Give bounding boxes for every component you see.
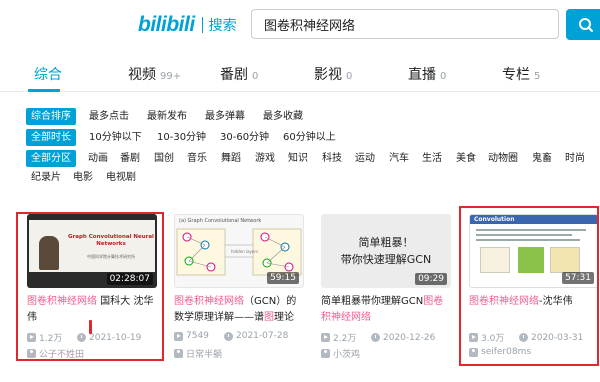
video-card[interactable]: (a) Graph Convolutional Network hidden l… — [174, 214, 304, 360]
bilibili-logo[interactable]: bilibili 搜索 — [138, 13, 237, 37]
play-count-icon — [321, 333, 330, 342]
tab-label: 专栏 — [502, 67, 530, 83]
tab-count: 0 — [346, 71, 353, 82]
filter-zone-row: 全部分区 动画 番剧 国创 音乐 舞蹈 游戏 知识 科技 运动 汽车 生活 美食… — [0, 150, 600, 168]
filter-order-favorites[interactable]: 最多收藏 — [258, 108, 308, 125]
video-title[interactable]: 图卷积神经网络（GCN）的数学原理详解——谱图理论 — [174, 294, 304, 326]
filter-zone-item[interactable]: 电影 — [68, 169, 98, 186]
title-highlight: 图卷积神经网络 — [174, 296, 244, 307]
search-input[interactable] — [264, 16, 546, 32]
filter-zone-item[interactable]: 知识 — [283, 150, 313, 167]
uploader[interactable]: 小茨鸡 — [321, 347, 360, 360]
filter-zone-item[interactable]: 音乐 — [182, 150, 212, 167]
title-text: 简单粗暴带你理解GCN — [321, 296, 424, 307]
filter-zone-item[interactable]: 动画 — [83, 150, 113, 167]
tab-label: 番剧 — [220, 67, 248, 83]
video-title[interactable]: 简单粗暴带你理解GCN图卷积神经网络 — [321, 294, 451, 326]
thumb-text-line: 带你快速理解GCN — [340, 253, 432, 266]
filter-zone-item[interactable]: 游戏 — [250, 150, 280, 167]
filter-zone-row-2: 纪录片 电影 电视剧 — [0, 169, 600, 187]
filter-order-row: 综合排序 最多点击 最新发布 最多弹幕 最多收藏 — [0, 108, 600, 126]
filter-duration-30-60[interactable]: 30-60分钟 — [215, 129, 274, 146]
filter-zone-item[interactable]: 番剧 — [115, 150, 145, 167]
video-thumbnail[interactable]: 简单粗暴！ 带你快速理解GCN 09:29 — [321, 214, 451, 288]
filter-duration-10-30[interactable]: 10-30分钟 — [152, 129, 211, 146]
play-count-icon — [174, 331, 183, 341]
tab-all[interactable]: 综合 — [34, 64, 62, 84]
search-button[interactable] — [566, 9, 600, 40]
filter-zone-item[interactable]: 鬼畜 — [527, 150, 557, 167]
thumb-slide-title: (a) Graph Convolutional Network — [179, 218, 262, 224]
filter-zone-item[interactable]: 国创 — [149, 150, 179, 167]
tab-count: 0 — [440, 71, 447, 82]
video-card[interactable]: 简单粗暴！ 带你快速理解GCN 09:29 简单粗暴带你理解GCN图卷积神经网络… — [321, 214, 451, 360]
video-meta: 7549 2021-07-28 — [174, 331, 314, 341]
play-count: 2.2万 — [333, 334, 357, 344]
result-type-tabs: 综合 视频 99+ 番剧 0 影视 0 直播 0 专栏 5 — [0, 56, 600, 92]
uploader-name: 小茨鸡 — [333, 350, 361, 360]
publish-date: 2021-07-28 — [236, 331, 289, 341]
tab-label: 综合 — [34, 67, 62, 83]
search-icon — [579, 17, 593, 32]
video-thumbnail[interactable]: (a) Graph Convolutional Network hidden l… — [174, 214, 304, 288]
tab-movie[interactable]: 影视 0 — [314, 64, 352, 84]
play-count: 7549 — [186, 331, 209, 341]
tab-bangumi[interactable]: 番剧 0 — [220, 64, 258, 84]
filter-order-danmaku[interactable]: 最多弹幕 — [200, 108, 250, 125]
active-tab-indicator — [28, 89, 60, 92]
filter-duration-all[interactable]: 全部时长 — [26, 129, 76, 146]
tab-label: 直播 — [408, 67, 436, 83]
filter-zone-item[interactable]: 动物圈 — [483, 150, 523, 167]
header: bilibili 搜索 — [0, 0, 600, 52]
filter-zone-item[interactable]: 运动 — [350, 150, 380, 167]
title-highlight: 图 — [264, 312, 274, 323]
filter-zone-item[interactable]: 美食 — [451, 150, 481, 167]
filter-duration-over60[interactable]: 60分钟以上 — [278, 129, 341, 146]
clock-icon — [224, 331, 233, 341]
filter-zone-item[interactable]: 时尚 — [560, 150, 590, 167]
tab-count: 0 — [252, 71, 259, 82]
publish-date: 2020-12-26 — [383, 332, 436, 343]
uploader-name: 日常半躺 — [186, 350, 223, 360]
uploader-icon — [321, 349, 330, 358]
tab-label: 视频 — [128, 67, 156, 83]
thumb-diagram-label: hidden layers — [231, 249, 259, 254]
title-text: 理论 — [274, 312, 294, 323]
thumb-text-line: 简单粗暴！ — [358, 236, 414, 249]
logo-search-label: 搜索 — [208, 18, 237, 34]
filter-duration-under10[interactable]: 10分钟以下 — [84, 129, 147, 146]
filter-zone-item[interactable]: 科技 — [317, 150, 347, 167]
filter-zone-item[interactable]: 生活 — [417, 150, 447, 167]
filter-zone-item[interactable]: 汽车 — [384, 150, 414, 167]
video-meta: 2.2万 2020-12-26 — [321, 331, 461, 344]
logo-mark: bilibili — [138, 13, 195, 36]
filter-order-default[interactable]: 综合排序 — [26, 108, 76, 125]
tab-count: 99+ — [160, 71, 182, 82]
tab-article[interactable]: 专栏 5 — [502, 64, 540, 84]
filter-order-newest[interactable]: 最新发布 — [142, 108, 192, 125]
filter-zone-all[interactable]: 全部分区 — [26, 150, 76, 167]
tab-video[interactable]: 视频 99+ — [128, 64, 181, 84]
uploader[interactable]: 日常半躺 — [174, 347, 222, 360]
filter-zone-item[interactable]: 电视剧 — [101, 169, 141, 186]
annotation-box — [459, 206, 599, 366]
filter-order-clicks[interactable]: 最多点击 — [84, 108, 134, 125]
tab-live[interactable]: 直播 0 — [408, 64, 446, 84]
annotation-box — [16, 212, 164, 361]
clock-icon — [371, 333, 380, 342]
filter-duration-row: 全部时长 10分钟以下 10-30分钟 30-60分钟 60分钟以上 — [0, 129, 600, 147]
search-box[interactable] — [251, 9, 559, 39]
filter-zone-item[interactable]: 舞蹈 — [216, 150, 246, 167]
tab-label: 影视 — [314, 67, 342, 83]
uploader-icon — [174, 349, 183, 358]
logo-divider — [201, 17, 203, 33]
cursor-mark — [89, 320, 92, 334]
tab-count: 5 — [534, 71, 541, 82]
filter-zone-item[interactable]: 纪录片 — [26, 169, 66, 186]
video-duration: 59:15 — [267, 272, 299, 284]
video-duration: 09:29 — [415, 273, 447, 285]
